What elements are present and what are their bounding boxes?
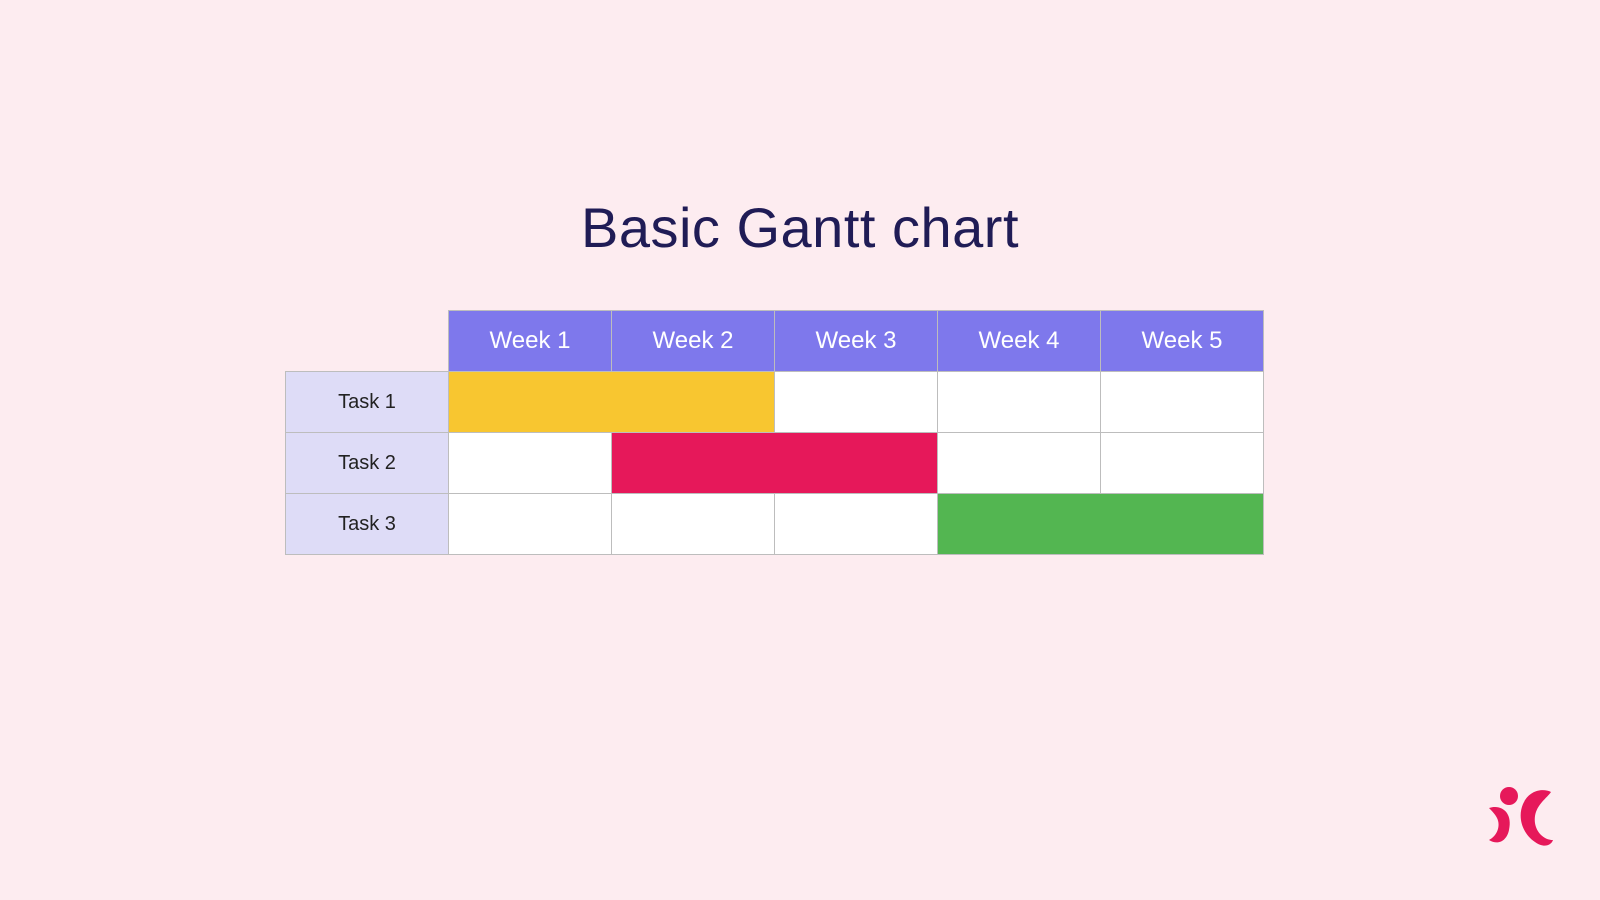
gantt-header-week: Week 5 — [1101, 311, 1264, 372]
gantt-task-label: Task 3 — [286, 494, 449, 555]
gantt-empty-cell — [938, 372, 1101, 433]
gantt-empty-cell — [938, 433, 1101, 494]
gantt-empty-cell — [449, 433, 612, 494]
gantt-task-label: Task 1 — [286, 372, 449, 433]
gantt-empty-cell — [775, 494, 938, 555]
gantt-header-week: Week 4 — [938, 311, 1101, 372]
gantt-empty-cell — [1101, 372, 1264, 433]
gantt-empty-cell — [612, 494, 775, 555]
gantt-task-label: Task 2 — [286, 433, 449, 494]
gantt-corner-cell — [286, 311, 449, 372]
gantt-bar — [938, 494, 1264, 555]
gantt-empty-cell — [449, 494, 612, 555]
gantt-empty-cell — [1101, 433, 1264, 494]
gantt-bar — [612, 433, 938, 494]
gantt-empty-cell — [775, 372, 938, 433]
gantt-header-week: Week 3 — [775, 311, 938, 372]
chart-title: Basic Gantt chart — [0, 195, 1600, 260]
gantt-chart: Week 1Week 2Week 3Week 4Week 5Task 1Task… — [285, 310, 1264, 555]
gantt-header-week: Week 2 — [612, 311, 775, 372]
gantt-header-week: Week 1 — [449, 311, 612, 372]
gantt-bar — [449, 372, 775, 433]
brand-logo-icon — [1485, 786, 1555, 855]
